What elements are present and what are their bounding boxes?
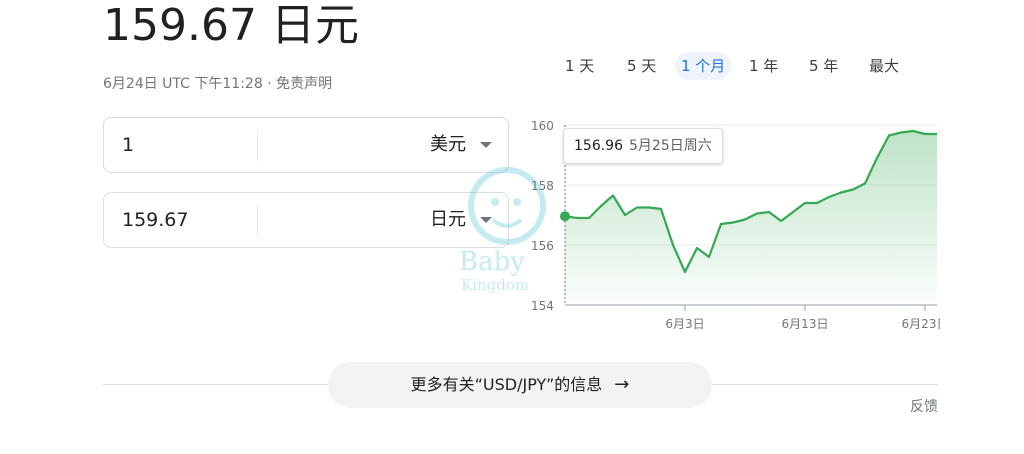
feedback-link[interactable]: 反馈 [910, 396, 938, 416]
more-info-label: 更多有关“USD/JPY”的信息 [410, 375, 603, 394]
to-currency-box: 159.67 日元 [103, 192, 509, 248]
to-amount-input[interactable]: 159.67 [122, 193, 188, 247]
tooltip-value: 156.96 [574, 138, 623, 154]
svg-text:Baby: Baby [459, 247, 525, 277]
tab-1-year[interactable]: 1 年 [743, 52, 784, 80]
y-tick-label: 154 [531, 299, 554, 313]
converted-rate: 159.67 日元 [103, 0, 359, 51]
range-tabs: 1 天 5 天 1 个月 1 年 5 年 最大 [555, 52, 915, 80]
more-info-button[interactable]: 更多有关“USD/JPY”的信息 → [328, 362, 712, 408]
y-tick-label: 156 [531, 239, 554, 253]
rate-timestamp: 6月24日 UTC 下午11:28 · 免责声明 [103, 73, 332, 93]
hover-point [560, 211, 570, 222]
chart-tooltip: 156.96 5月25日周六 [563, 128, 723, 164]
tab-1-day[interactable]: 1 天 [559, 52, 600, 80]
x-tick-label: 6月23日 [902, 317, 940, 331]
chevron-down-icon[interactable] [480, 142, 492, 148]
field-divider [257, 205, 258, 236]
disclaimer-link[interactable]: 免责声明 [276, 76, 332, 92]
tab-5-year[interactable]: 5 年 [803, 52, 844, 80]
field-divider [257, 130, 258, 161]
svg-text:Kingdom: Kingdom [461, 276, 529, 294]
x-tick-label: 6月3日 [665, 317, 704, 331]
y-tick-label: 158 [531, 179, 554, 193]
tooltip-date: 5月25日周六 [629, 138, 712, 154]
timestamp-text: 6月24日 UTC 下午11:28 · [103, 76, 277, 92]
tab-1-month[interactable]: 1 个月 [675, 52, 732, 80]
tab-5-day[interactable]: 5 天 [621, 52, 662, 80]
from-amount-input[interactable]: 1 [122, 118, 134, 172]
from-currency-box: 1 美元 [103, 117, 509, 173]
arrow-right-icon: → [614, 374, 630, 395]
tab-max[interactable]: 最大 [863, 52, 905, 80]
y-tick-label: 160 [531, 119, 554, 133]
x-tick-label: 6月13日 [782, 317, 829, 331]
